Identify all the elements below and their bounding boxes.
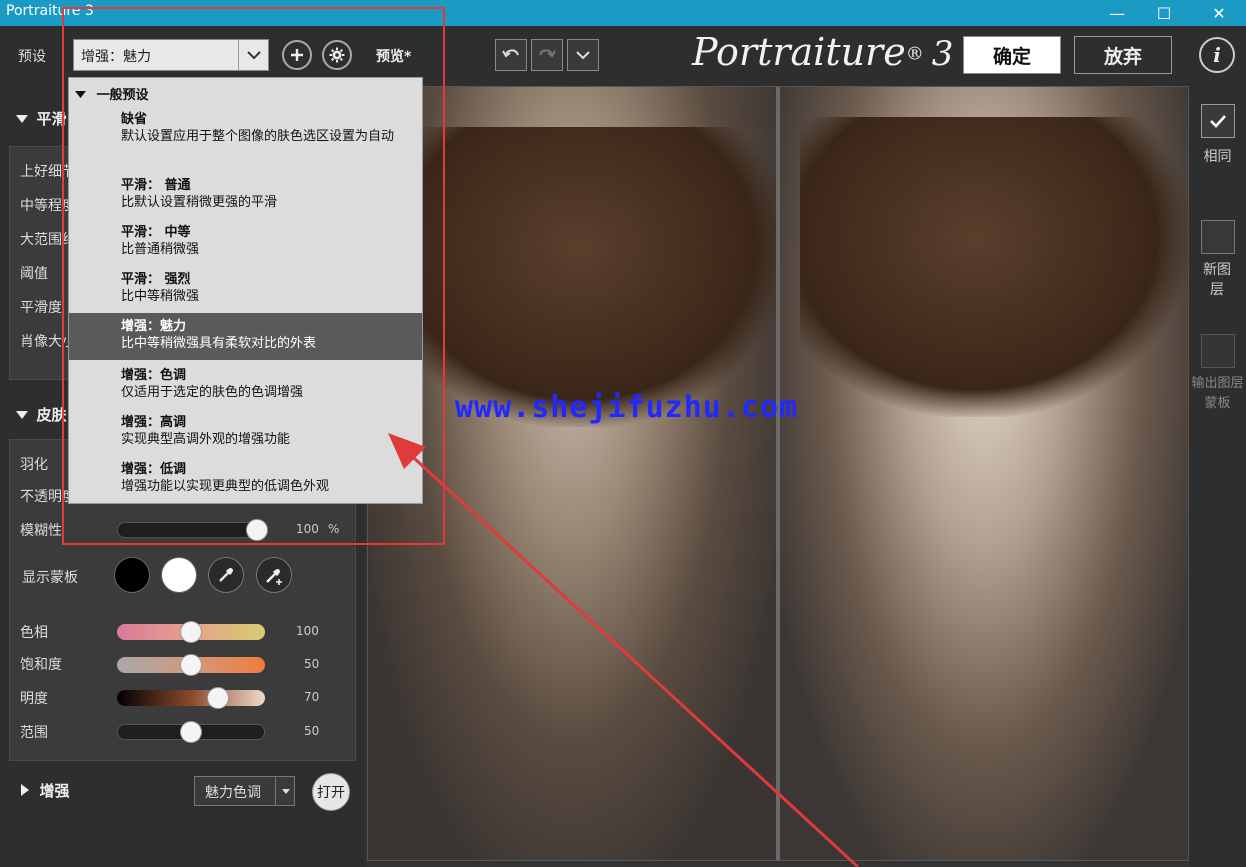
- range-value: 50: [304, 724, 320, 738]
- enhance-header-label: 增强: [39, 782, 70, 800]
- skin-section-header[interactable]: 皮肤: [16, 404, 66, 425]
- right-panel: 相同 新图层 输出图层蒙板: [1189, 86, 1246, 867]
- new-layer-checkbox[interactable]: [1201, 220, 1235, 254]
- smooth-label-smoothness: 平滑度: [20, 300, 62, 316]
- show-mask-label: 显示蒙板: [22, 570, 78, 586]
- feather-label: 羽化: [20, 457, 48, 473]
- close-button[interactable]: ✕: [1196, 0, 1242, 26]
- minimize-button[interactable]: —: [1094, 0, 1140, 26]
- photo-hair-shape: [408, 127, 788, 427]
- annotation-arrow: [388, 433, 860, 867]
- info-button[interactable]: i: [1199, 37, 1235, 73]
- saturation-value: 50: [304, 657, 320, 671]
- maximize-button[interactable]: ☐: [1141, 0, 1187, 26]
- enhance-select[interactable]: 魅力色调: [194, 776, 295, 806]
- eyedropper-add-button[interactable]: [256, 557, 292, 593]
- hue-value: 100: [296, 624, 319, 638]
- brightness-slider-handle[interactable]: [206, 687, 229, 709]
- output-mask-checkbox[interactable]: [1201, 334, 1235, 368]
- photo-hair-shape: [800, 117, 1190, 417]
- app-logo: Portraiture® 3: [692, 30, 953, 74]
- blur-label: 模糊性: [20, 523, 62, 539]
- undo-icon: [502, 49, 519, 58]
- chevron-down-icon: [576, 51, 590, 60]
- new-layer-label: 新图层: [1203, 262, 1231, 298]
- eyedropper-plus-icon: [266, 569, 282, 585]
- logo-registered: ®: [905, 43, 924, 65]
- range-slider-handle[interactable]: [180, 721, 202, 743]
- eyedropper-button[interactable]: [208, 557, 244, 593]
- range-label: 范围: [20, 725, 48, 741]
- logo-text: Portraiture: [692, 30, 906, 74]
- history-dropdown-button[interactable]: [567, 39, 599, 71]
- enhance-toggle-button[interactable]: 打开: [312, 773, 350, 811]
- undo-button[interactable]: [495, 39, 527, 71]
- brightness-value: 70: [304, 690, 320, 704]
- redo-button[interactable]: [531, 39, 563, 71]
- cancel-button[interactable]: 放弃: [1074, 36, 1172, 74]
- smooth-section-header[interactable]: 平滑: [16, 108, 66, 129]
- caret-down-icon: [275, 777, 295, 805]
- brightness-slider[interactable]: [117, 690, 265, 706]
- hue-label: 色相: [20, 625, 48, 641]
- same-layer-checkbox[interactable]: [1201, 104, 1235, 138]
- eyedropper-icon: [219, 568, 233, 582]
- saturation-slider-handle[interactable]: [180, 654, 202, 676]
- triangle-down-icon: [16, 115, 28, 123]
- logo-version: 3: [931, 34, 954, 74]
- enhance-section-header[interactable]: 增强: [20, 780, 69, 801]
- mask-black-button[interactable]: [114, 557, 150, 593]
- triangle-right-icon: [21, 784, 29, 796]
- enhance-select-value: 魅力色调: [205, 785, 261, 801]
- redo-icon: [539, 49, 556, 58]
- preset-label: 预设: [18, 49, 46, 65]
- triangle-down-icon: [16, 411, 28, 419]
- saturation-label: 饱和度: [20, 657, 62, 673]
- smooth-label-threshold: 阈值: [20, 266, 48, 282]
- same-layer-label: 相同: [1203, 149, 1232, 165]
- ok-button[interactable]: 确定: [963, 36, 1061, 74]
- hue-slider-handle[interactable]: [180, 621, 202, 643]
- output-mask-label: 输出图层蒙板: [1191, 376, 1244, 411]
- watermark-text: www.shejifuzhu.com: [455, 390, 799, 425]
- mask-white-button[interactable]: [161, 557, 197, 593]
- brightness-label: 明度: [20, 691, 48, 707]
- checkmark-icon: [1210, 115, 1226, 128]
